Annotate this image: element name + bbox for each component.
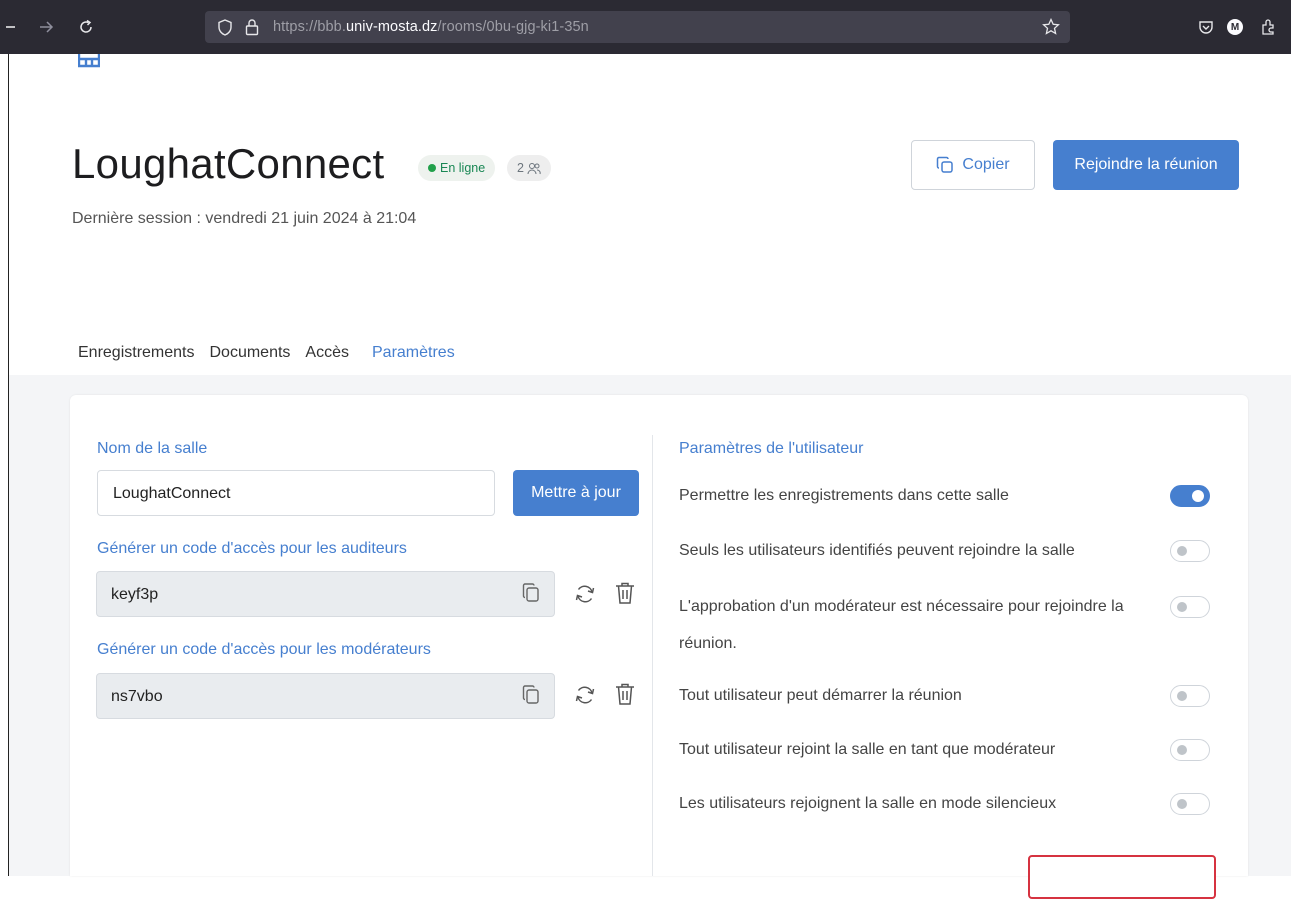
tab-access[interactable]: Accès [305,337,349,375]
forward-icon[interactable] [38,14,54,40]
toggle-moderator-approval[interactable] [1170,596,1210,618]
copy-label: Copier [962,156,1010,173]
copy-icon[interactable] [522,685,540,705]
user-settings-title: Paramètres de l'utilisateur [679,440,864,457]
setting-anyone-can-start-label: Tout utilisateur peut démarrer la réunio… [679,687,962,704]
lock-icon[interactable] [245,18,259,41]
setting-allow-recordings-label: Permettre les enregistrements dans cette… [679,487,1009,504]
viewer-code-value: keyf3p [111,586,159,603]
copy-icon[interactable] [522,583,540,603]
toggle-knob [1177,602,1187,612]
room-name-label: Nom de la salle [97,440,208,457]
delete-icon[interactable] [614,682,636,706]
update-button[interactable]: Mettre à jour [513,470,639,516]
toggle-anyone-can-start[interactable] [1170,685,1210,707]
copy-button[interactable]: Copier [911,140,1035,190]
url-text[interactable]: https://bbb.univ-mosta.dz/rooms/0bu-gjg-… [273,11,589,43]
toggle-knob [1177,546,1187,556]
tab-settings[interactable]: Paramètres [364,337,463,377]
account-avatar[interactable]: M [1227,14,1243,40]
toggle-all-moderators[interactable] [1170,739,1210,761]
setting-moderator-approval-label: L'approbation d'un modérateur est nécess… [679,598,1124,615]
column-divider [652,435,653,876]
shield-icon[interactable] [217,19,233,41]
toggle-knob [1177,745,1187,755]
copy-icon [937,156,954,173]
logo-icon[interactable] [77,54,101,73]
browser-toolbar: https://bbb.univ-mosta.dz/rooms/0bu-gjg-… [0,0,1291,54]
toggle-knob [1177,799,1187,809]
room-title: LoughatConnect [72,140,385,187]
room-tabs: Enregistrements Documents Accès Paramètr… [78,337,478,377]
setting-mute-on-join-label: Les utilisateurs rejoignent la salle en … [679,795,1057,812]
setting-moderator-approval-label-line2: réunion. [679,635,737,652]
regenerate-icon[interactable] [574,583,596,605]
moderator-code-field: ns7vbo [96,673,555,719]
viewer-code-field: keyf3p [96,571,555,617]
settings-card [70,395,1248,876]
viewer-code-label: Générer un code d'accès pour les auditeu… [97,540,407,557]
setting-authenticated-only-label: Seuls les utilisateurs identifiés peuven… [679,542,1075,559]
status-badge: En ligne [418,155,496,181]
toggle-authenticated-only[interactable] [1170,540,1210,562]
extensions-icon[interactable] [1260,14,1276,40]
toggle-allow-recordings[interactable] [1170,485,1210,507]
pocket-icon[interactable] [1198,14,1214,40]
last-session-text: Dernière session : vendredi 21 juin 2024… [72,210,417,227]
back-icon[interactable] [4,14,16,40]
delete-icon[interactable] [614,581,636,605]
bookmark-star-icon[interactable] [1042,17,1060,41]
address-bar[interactable]: https://bbb.univ-mosta.dz/rooms/0bu-gjg-… [205,11,1070,43]
status-text: En ligne [440,161,486,175]
toggle-knob [1192,490,1204,502]
regenerate-icon[interactable] [574,684,596,706]
users-icon [527,162,541,174]
reload-icon[interactable] [78,14,94,40]
moderator-code-value: ns7vbo [111,688,163,705]
online-dot-icon [428,164,436,172]
tab-documents[interactable]: Documents [210,337,291,375]
delete-room-button[interactable] [1028,855,1216,899]
toggle-knob [1177,691,1187,701]
moderator-code-label: Générer un code d'accès pour les modérat… [97,641,431,658]
room-name-input[interactable]: LoughatConnect [97,470,495,516]
toggle-mute-on-join[interactable] [1170,793,1210,815]
tab-recordings[interactable]: Enregistrements [78,337,195,375]
setting-all-moderators-label: Tout utilisateur rejoint la salle en tan… [679,741,1056,758]
join-meeting-button[interactable]: Rejoindre la réunion [1053,140,1239,190]
participants-count: 2 [517,161,524,175]
participants-badge: 2 [507,155,551,181]
